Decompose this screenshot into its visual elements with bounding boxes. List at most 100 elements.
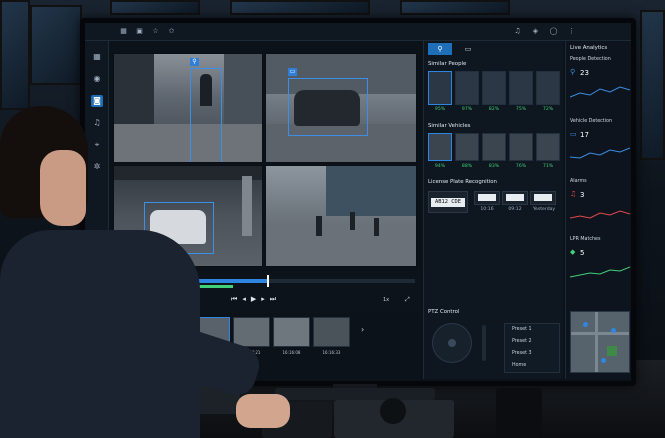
- sparkline: [570, 86, 630, 98]
- plate-history-card[interactable]: [530, 191, 556, 205]
- sidebar-item-map[interactable]: ⌖: [91, 139, 103, 151]
- operator-face: [40, 150, 86, 226]
- star-outline-icon[interactable]: ☆: [151, 27, 160, 36]
- sparkline: [570, 210, 630, 219]
- fullscreen-icon[interactable]: ⤢: [405, 296, 410, 304]
- background-monitor: [230, 0, 370, 15]
- ptz-control: PTZ Control Preset 1 Preset 2 Preset 3 H…: [424, 307, 564, 379]
- live-analytics-panel: Live Analytics People Detection ⚲ 23 Veh…: [565, 41, 631, 379]
- pillar: [242, 176, 252, 236]
- similar-person-thumb[interactable]: [509, 71, 533, 105]
- ptz-center[interactable]: [448, 339, 456, 347]
- sidebar-item-settings[interactable]: ✲: [91, 161, 103, 173]
- similar-vehicle-thumb[interactable]: [536, 133, 560, 161]
- sparkline: [570, 147, 630, 159]
- preset-item[interactable]: Preset 1: [508, 324, 560, 335]
- metric-alarms[interactable]: Alarms ♫ 3: [570, 179, 630, 229]
- plate-history-time: Yesterday: [532, 207, 556, 212]
- plate-history-value: [534, 194, 552, 201]
- tab-vehicles[interactable]: ▭: [456, 43, 480, 55]
- clip-thumbnail[interactable]: [233, 317, 270, 347]
- step-back-icon[interactable]: ◂: [242, 295, 251, 303]
- similar-person-thumb[interactable]: [455, 71, 479, 105]
- shield-icon[interactable]: ◈: [531, 27, 540, 36]
- match-score: 75%: [515, 107, 527, 112]
- metric-lpr[interactable]: LPR Matches ◆ 5: [570, 237, 630, 287]
- more-icon[interactable]: ⋮: [567, 27, 576, 36]
- map-road: [571, 332, 629, 335]
- metric-people[interactable]: People Detection ⚲ 23: [570, 57, 630, 107]
- metric-label: Alarms: [570, 179, 587, 184]
- clip-thumbnail[interactable]: [273, 317, 310, 347]
- similar-person-thumb[interactable]: [482, 71, 506, 105]
- similar-person-thumb[interactable]: [536, 71, 560, 105]
- plate-recognition-title: License Plate Recognition: [428, 179, 497, 185]
- control-room-scene: ▦ ▣ ☆ ✩ ♫ ◈ ◯ ⋮ ▦ ◉ ◙ ♫ ⌖ ✲ ⚲ ▭ ⏮◂▶▸⏭ 1x…: [0, 0, 665, 438]
- timeline-playhead[interactable]: [267, 275, 269, 287]
- similar-vehicle-thumb[interactable]: [482, 133, 506, 161]
- preset-item[interactable]: Preset 2: [508, 336, 560, 347]
- clip-time: 16:16:08: [282, 350, 301, 355]
- match-score: 97%: [461, 107, 473, 112]
- next-clips-icon[interactable]: ›: [361, 325, 364, 334]
- tab-people[interactable]: ⚲: [428, 43, 452, 55]
- vehicle-bounding-box[interactable]: [288, 78, 368, 136]
- map-pin-icon[interactable]: [583, 322, 588, 327]
- plaza: [266, 226, 416, 266]
- step-forward-icon[interactable]: ▸: [261, 295, 270, 303]
- grid-icon[interactable]: ▦: [119, 27, 128, 36]
- camera-feed-4[interactable]: [265, 165, 417, 267]
- user-icon[interactable]: ◯: [549, 27, 558, 36]
- similar-vehicle-thumb[interactable]: [455, 133, 479, 161]
- location-map[interactable]: [570, 311, 630, 373]
- person-figure: [316, 216, 322, 236]
- sidebar-item-grid[interactable]: ▦: [91, 51, 103, 63]
- zoom-slider[interactable]: [482, 325, 486, 361]
- monitor-base: [275, 388, 435, 400]
- preset-item[interactable]: Home: [508, 360, 560, 371]
- map-pin-icon[interactable]: [611, 328, 616, 333]
- preset-item[interactable]: Preset 3: [508, 348, 560, 359]
- sidebar-item-notifications[interactable]: ♫: [91, 117, 103, 129]
- similar-vehicle-thumb[interactable]: [509, 133, 533, 161]
- person-icon: ⚲: [570, 68, 576, 76]
- metric-label: People Detection: [570, 57, 611, 62]
- background-monitor: [640, 10, 665, 160]
- metric-vehicles[interactable]: Vehicle Detection ▭ 17: [570, 119, 630, 169]
- sidebar-item-cameras[interactable]: ◙: [91, 95, 103, 107]
- match-score: 88%: [461, 164, 473, 169]
- star-icon[interactable]: ✩: [167, 27, 176, 36]
- person-figure: [350, 212, 355, 230]
- bell-icon[interactable]: ♫: [513, 27, 522, 36]
- similar-people-title: Similar People: [428, 61, 467, 67]
- calendar-icon[interactable]: ▣: [135, 27, 144, 36]
- plate-history-card[interactable]: [502, 191, 528, 205]
- bell-icon: ♫: [570, 190, 577, 198]
- map-pin-icon[interactable]: [601, 358, 606, 363]
- skip-forward-icon[interactable]: ⏭: [270, 295, 281, 303]
- speed-selector[interactable]: 1x: [383, 297, 389, 303]
- map-park: [607, 346, 617, 356]
- clip-thumbnail[interactable]: [313, 317, 350, 347]
- person-figure: [374, 218, 379, 236]
- similar-vehicles-title: Similar Vehicles: [428, 123, 471, 129]
- similar-vehicle-thumb[interactable]: [428, 133, 452, 161]
- current-plate-card[interactable]: AB12 CDE: [428, 191, 468, 213]
- person-bounding-box[interactable]: [190, 68, 222, 162]
- car-icon: ▭: [464, 45, 472, 53]
- ptz-joystick[interactable]: [432, 323, 472, 363]
- play-icon[interactable]: ▶: [251, 295, 261, 303]
- settings-icon: ✲: [93, 162, 101, 171]
- plate-history-card[interactable]: [474, 191, 500, 205]
- camera-feed-1[interactable]: ⚲: [113, 53, 263, 163]
- skip-back-icon[interactable]: ⏮: [231, 295, 242, 303]
- plate-history-value: [506, 194, 524, 201]
- sidebar-item-alerts[interactable]: ◉: [91, 73, 103, 85]
- similar-person-thumb[interactable]: [428, 71, 452, 105]
- sparkline: [570, 266, 630, 278]
- camera-feed-2[interactable]: ▭: [265, 53, 417, 163]
- panel-tabs: ⚲ ▭: [424, 41, 564, 57]
- tag-icon: ◆: [570, 248, 576, 256]
- metric-value: 23: [580, 69, 589, 77]
- match-score: 71%: [542, 164, 554, 169]
